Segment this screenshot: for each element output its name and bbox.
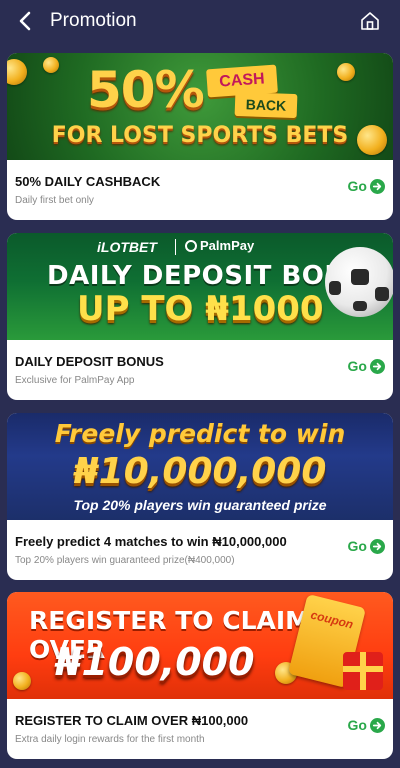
go-button[interactable]: Go [348, 717, 385, 733]
promo-card-cashback[interactable]: 50% CASH BACK FOR LOST SPORTS BETS 50% D… [7, 53, 393, 220]
promo-info: REGISTER TO CLAIM OVER ₦100,000 Extra da… [7, 699, 393, 759]
promo-subtitle: Top 20% players win guaranteed prize(₦40… [15, 555, 235, 566]
partner-logo: PalmPay [185, 238, 254, 253]
football-icon [325, 247, 393, 317]
banner-amount: ₦10,000,000 [73, 451, 327, 492]
home-icon[interactable] [360, 11, 380, 31]
promo-info: Freely predict 4 matches to win ₦10,000,… [7, 520, 393, 580]
promo-subtitle: Daily first bet only [15, 195, 94, 206]
go-button[interactable]: Go [348, 358, 385, 374]
go-label: Go [347, 358, 367, 374]
promo-subtitle: Exclusive for PalmPay App [15, 375, 135, 386]
promo-subtitle: Extra daily login rewards for the first … [15, 734, 205, 745]
banner-subline: FOR LOST SPORTS BETS [51, 123, 349, 148]
arrow-right-circle-icon [370, 358, 385, 374]
banner-headline: 50% [87, 61, 205, 119]
promo-info: 50% DAILY CASHBACK Daily first bet only … [7, 160, 393, 220]
coin-icon [43, 57, 59, 73]
coin-icon [13, 672, 31, 690]
go-button[interactable]: Go [348, 538, 385, 554]
palmpay-icon [185, 240, 197, 252]
arrow-right-circle-icon [370, 717, 385, 733]
promo-banner[interactable]: REGISTER TO CLAIM OVER ₦100,000 coupon [7, 592, 393, 699]
go-label: Go [347, 538, 367, 554]
coin-icon [7, 59, 27, 85]
brand-divider [175, 239, 176, 255]
banner-amount: ₦100,000 [55, 640, 255, 684]
coin-icon [337, 63, 355, 81]
page-title: Promotion [50, 10, 137, 31]
arrow-right-circle-icon [370, 538, 385, 554]
promo-card-register[interactable]: REGISTER TO CLAIM OVER ₦100,000 coupon R… [7, 592, 393, 759]
promo-banner[interactable]: iLOTBET PalmPay DAILY DEPOSIT BONUS UP T… [7, 233, 393, 340]
banner-subline: Top 20% players win guaranteed prize [73, 497, 327, 513]
promo-title: 50% DAILY CASHBACK [15, 174, 161, 189]
back-tag: BACK [234, 91, 298, 119]
chevron-left-icon[interactable] [14, 9, 38, 33]
banner-headline: Freely predict to win [54, 419, 346, 448]
promo-card-deposit-bonus[interactable]: iLOTBET PalmPay DAILY DEPOSIT BONUS UP T… [7, 233, 393, 400]
promo-title: Freely predict 4 matches to win ₦10,000,… [15, 534, 287, 549]
go-label: Go [347, 178, 367, 194]
go-label: Go [347, 717, 367, 733]
promo-card-predict[interactable]: Freely predict to win ₦10,000,000 Top 20… [7, 413, 393, 580]
arrow-right-circle-icon [370, 178, 385, 194]
promo-title: DAILY DEPOSIT BONUS [15, 354, 164, 369]
promo-title: REGISTER TO CLAIM OVER ₦100,000 [15, 713, 249, 728]
go-button[interactable]: Go [348, 178, 385, 194]
banner-amount: UP TO ₦1000 [77, 289, 324, 329]
brand-logo: iLOTBET [97, 239, 157, 255]
top-bar: Promotion [0, 0, 400, 42]
promo-banner[interactable]: 50% CASH BACK FOR LOST SPORTS BETS [7, 53, 393, 160]
gift-icon [343, 652, 383, 690]
promo-banner[interactable]: Freely predict to win ₦10,000,000 Top 20… [7, 413, 393, 520]
promo-info: DAILY DEPOSIT BONUS Exclusive for PalmPa… [7, 340, 393, 400]
